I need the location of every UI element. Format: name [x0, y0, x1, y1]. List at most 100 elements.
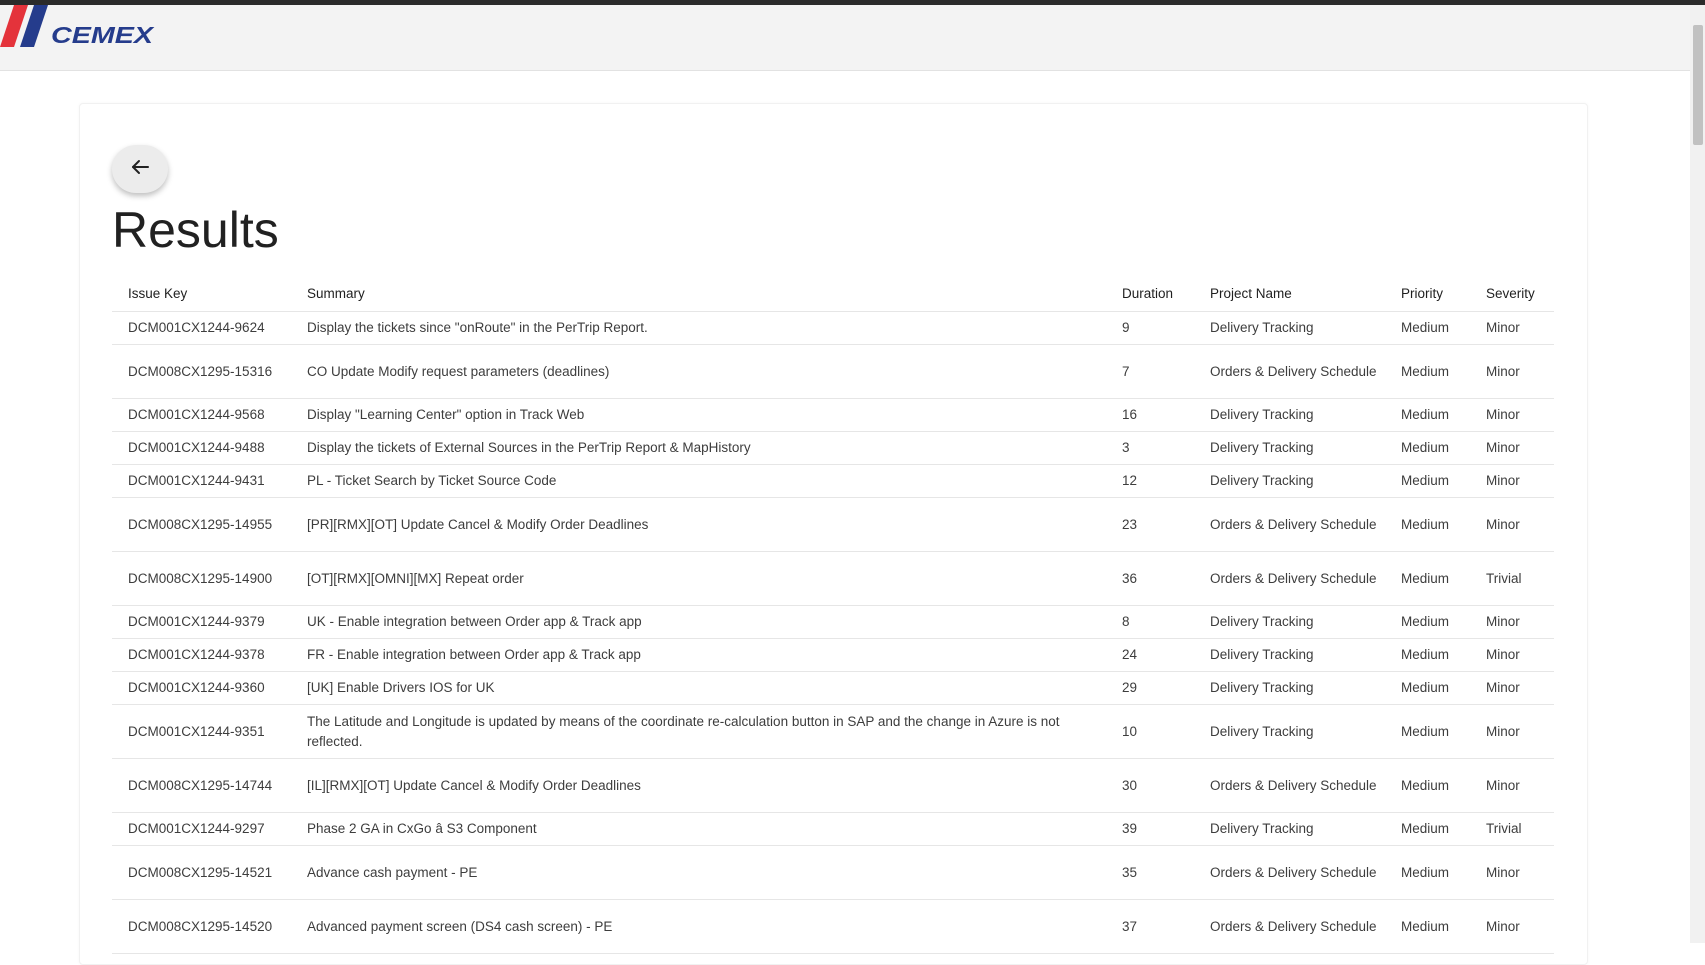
duration-cell: 10 — [1106, 704, 1194, 759]
table-row[interactable]: DCM001CX1244-9568 Display "Learning Cent… — [112, 398, 1554, 432]
severity-cell: Minor — [1470, 398, 1554, 432]
duration-cell: 29 — [1106, 671, 1194, 705]
scrollbar-thumb[interactable] — [1693, 25, 1703, 145]
table-row[interactable]: DCM008CX1295-14520 Advanced payment scre… — [112, 899, 1554, 954]
column-header-project-name[interactable]: Project Name — [1194, 275, 1385, 312]
summary-cell: [PR][RMX][OT] Update Cancel & Modify Ord… — [291, 497, 1106, 552]
severity-cell: Minor — [1470, 497, 1554, 552]
summary-cell: Display the tickets since "onRoute" in t… — [291, 311, 1106, 345]
priority-cell: Medium — [1385, 758, 1470, 813]
summary-cell: [UK] Enable Drivers IOS for UK — [291, 671, 1106, 705]
table-row[interactable]: DCM001CX1244-9488 Display the tickets of… — [112, 431, 1554, 465]
priority-cell: Medium — [1385, 605, 1470, 639]
table-row[interactable]: DCM001CX1244-9360 [UK] Enable Drivers IO… — [112, 671, 1554, 705]
summary-cell: FR - Enable integration between Order ap… — [291, 638, 1106, 672]
duration-cell: 39 — [1106, 812, 1194, 846]
priority-cell: Medium — [1385, 431, 1470, 465]
project-name-cell: Orders & Delivery Schedule — [1194, 497, 1385, 552]
table-row[interactable]: DCM008CX1295-15316 CO Update Modify requ… — [112, 344, 1554, 399]
summary-cell: Display "Learning Center" option in Trac… — [291, 398, 1106, 432]
project-name-cell: Orders & Delivery Schedule — [1194, 344, 1385, 399]
summary-cell: [IL][RMX][OT] Update Cancel & Modify Ord… — [291, 758, 1106, 813]
severity-cell: Minor — [1470, 845, 1554, 900]
priority-cell: Medium — [1385, 344, 1470, 399]
project-name-cell: Delivery Tracking — [1194, 398, 1385, 432]
cemex-logo[interactable]: CEMEX — [0, 5, 160, 50]
summary-cell: UK - Enable integration between Order ap… — [291, 605, 1106, 639]
summary-cell: CO Update Modify request parameters (dea… — [291, 344, 1106, 399]
table-header-row: Issue Key Summary Duration Project Name … — [112, 275, 1554, 312]
app-header: CEMEX — [0, 5, 1690, 71]
severity-cell: Minor — [1470, 638, 1554, 672]
project-name-cell: Delivery Tracking — [1194, 704, 1385, 759]
issue-key-cell: DCM008CX1295-14520 — [112, 899, 291, 954]
priority-cell: Medium — [1385, 398, 1470, 432]
issue-key-cell: DCM001CX1244-9624 — [112, 311, 291, 345]
priority-cell: Medium — [1385, 497, 1470, 552]
severity-cell: Trivial — [1470, 551, 1554, 606]
table-row[interactable]: DCM001CX1244-9379 UK - Enable integratio… — [112, 605, 1554, 639]
priority-cell: Medium — [1385, 551, 1470, 606]
project-name-cell: Orders & Delivery Schedule — [1194, 899, 1385, 954]
severity-cell: Minor — [1470, 605, 1554, 639]
table-row[interactable]: DCM001CX1244-9297 Phase 2 GA in CxGo â S… — [112, 812, 1554, 846]
table-row[interactable]: DCM008CX1295-14900 [OT][RMX][OMNI][MX] R… — [112, 551, 1554, 606]
issue-key-cell: DCM008CX1295-14521 — [112, 845, 291, 900]
duration-cell: 37 — [1106, 899, 1194, 954]
duration-cell: 7 — [1106, 344, 1194, 399]
issue-key-cell: DCM001CX1244-9297 — [112, 812, 291, 846]
severity-cell: Minor — [1470, 311, 1554, 345]
duration-cell: 30 — [1106, 758, 1194, 813]
severity-cell: Minor — [1470, 758, 1554, 813]
project-name-cell: Delivery Tracking — [1194, 638, 1385, 672]
priority-cell: Medium — [1385, 464, 1470, 498]
summary-cell: PL - Ticket Search by Ticket Source Code — [291, 464, 1106, 498]
table-row[interactable]: DCM001CX1244-9351 The Latitude and Longi… — [112, 704, 1554, 759]
column-header-priority[interactable]: Priority — [1385, 275, 1470, 312]
summary-cell: The Latitude and Longitude is updated by… — [291, 704, 1106, 759]
severity-cell: Minor — [1470, 344, 1554, 399]
project-name-cell: Orders & Delivery Schedule — [1194, 551, 1385, 606]
duration-cell: 16 — [1106, 398, 1194, 432]
duration-cell: 36 — [1106, 551, 1194, 606]
issue-key-cell: DCM008CX1295-14955 — [112, 497, 291, 552]
column-header-severity[interactable]: Severity — [1470, 275, 1554, 312]
project-name-cell: Delivery Tracking — [1194, 311, 1385, 345]
priority-cell: Medium — [1385, 704, 1470, 759]
issue-key-cell: DCM001CX1244-9360 — [112, 671, 291, 705]
duration-cell: 3 — [1106, 431, 1194, 465]
priority-cell: Medium — [1385, 671, 1470, 705]
project-name-cell: Delivery Tracking — [1194, 605, 1385, 639]
page-scrollbar[interactable] — [1690, 5, 1705, 943]
issue-key-cell: DCM001CX1244-9488 — [112, 431, 291, 465]
table-row[interactable]: DCM001CX1244-9378 FR - Enable integratio… — [112, 638, 1554, 672]
project-name-cell: Delivery Tracking — [1194, 812, 1385, 846]
project-name-cell: Delivery Tracking — [1194, 464, 1385, 498]
issue-key-cell: DCM001CX1244-9379 — [112, 605, 291, 639]
column-header-issue-key[interactable]: Issue Key — [112, 275, 291, 312]
page-title: Results — [112, 202, 279, 258]
issue-key-cell: DCM001CX1244-9351 — [112, 704, 291, 759]
table-row[interactable]: DCM008CX1295-14521 Advance cash payment … — [112, 845, 1554, 900]
project-name-cell: Orders & Delivery Schedule — [1194, 845, 1385, 900]
priority-cell: Medium — [1385, 899, 1470, 954]
duration-cell: 12 — [1106, 464, 1194, 498]
table-row[interactable]: DCM001CX1244-9624 Display the tickets si… — [112, 311, 1554, 345]
duration-cell: 24 — [1106, 638, 1194, 672]
table-row[interactable]: DCM008CX1295-14744 [IL][RMX][OT] Update … — [112, 758, 1554, 813]
duration-cell: 9 — [1106, 311, 1194, 345]
project-name-cell: Orders & Delivery Schedule — [1194, 758, 1385, 813]
issue-key-cell: DCM001CX1244-9568 — [112, 398, 291, 432]
summary-cell: Advance cash payment - PE — [291, 845, 1106, 900]
summary-cell: Display the tickets of External Sources … — [291, 431, 1106, 465]
svg-text:CEMEX: CEMEX — [51, 22, 155, 48]
severity-cell: Minor — [1470, 671, 1554, 705]
severity-cell: Minor — [1470, 464, 1554, 498]
table-row[interactable]: DCM008CX1295-14955 [PR][RMX][OT] Update … — [112, 497, 1554, 552]
column-header-summary[interactable]: Summary — [291, 275, 1106, 312]
issue-key-cell: DCM008CX1295-14900 — [112, 551, 291, 606]
back-button[interactable] — [112, 145, 168, 193]
column-header-duration[interactable]: Duration — [1106, 275, 1194, 312]
duration-cell: 8 — [1106, 605, 1194, 639]
table-row[interactable]: DCM001CX1244-9431 PL - Ticket Search by … — [112, 464, 1554, 498]
